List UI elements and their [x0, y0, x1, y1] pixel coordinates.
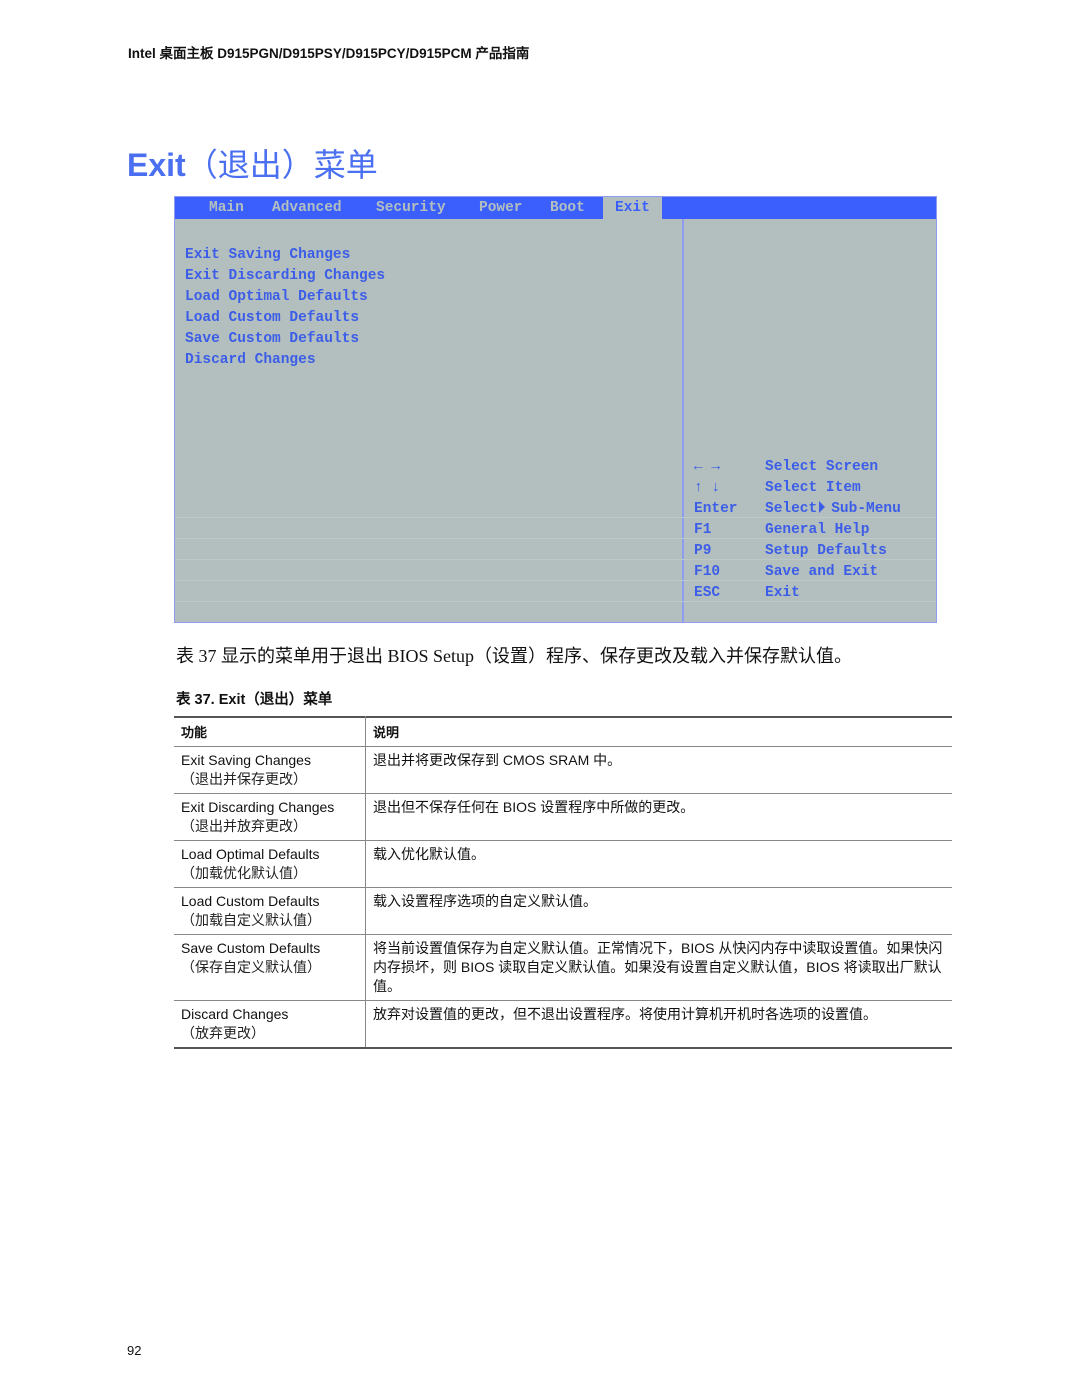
bios-menubar: Main Advanced Security Power Boot Exit — [175, 197, 936, 219]
table-caption: 表 37. Exit（退出）菜单 — [176, 692, 333, 708]
description-cell: 载入设置程序选项的自定义默认值。 — [365, 887, 952, 935]
description-cell: 将当前设置值保存为自定义默认值。正常情况下，BIOS 从快闪内存中读取设置值。如… — [365, 934, 952, 1001]
feature-name: Load Custom Defaults — [181, 893, 320, 909]
feature-name-cn: （保存自定义默认值） — [181, 959, 321, 975]
bios-tab-main[interactable]: Main — [209, 200, 244, 216]
key-up-down-arrows: ↑ ↓ — [694, 480, 721, 496]
key-help-setup-defaults: Setup Defaults — [765, 543, 887, 559]
key-help-select-label: Select — [765, 501, 818, 517]
feature-cell: Load Optimal Defaults （加载优化默认值） — [174, 840, 366, 888]
page-number: 92 — [127, 1343, 142, 1358]
key-help-select-item: Select Item — [765, 480, 861, 496]
key-help-general-help: General Help — [765, 522, 870, 538]
page-title-latin: Exit — [127, 147, 186, 183]
key-esc: ESC — [694, 585, 721, 601]
bios-item-exit-saving-changes[interactable]: Exit Saving Changes — [185, 246, 350, 264]
feature-name: Exit Discarding Changes — [181, 799, 335, 815]
key-help-submenu-label: Sub-Menu — [831, 501, 901, 517]
table-row: Load Optimal Defaults （加载优化默认值） 载入优化默认值。 — [174, 840, 952, 888]
feature-name: Save Custom Defaults — [181, 940, 321, 956]
feature-cell: Exit Discarding Changes （退出并放弃更改） — [174, 793, 366, 841]
bios-panel-divider — [682, 219, 684, 622]
bios-tab-advanced[interactable]: Advanced — [272, 200, 342, 216]
key-help-save-and-exit: Save and Exit — [765, 564, 879, 580]
table-row: Discard Changes （放弃更改） 放弃对设置值的更改，但不退出设置程序… — [174, 1000, 952, 1049]
column-header-feature: 功能 — [174, 716, 366, 747]
feature-cell: Load Custom Defaults （加载自定义默认值） — [174, 887, 366, 935]
bios-tab-boot[interactable]: Boot — [550, 200, 585, 216]
bios-item-save-custom-defaults[interactable]: Save Custom Defaults — [185, 330, 359, 348]
bios-tab-exit[interactable]: Exit — [603, 197, 662, 219]
feature-name: Exit Saving Changes — [181, 752, 311, 768]
triangle-right-icon — [819, 501, 826, 513]
page-title-cjk: （退出）菜单 — [185, 147, 378, 183]
key-f1: F1 — [694, 522, 712, 538]
key-p9: P9 — [694, 543, 712, 559]
feature-name-cn: （加载自定义默认值） — [181, 912, 321, 928]
feature-name-cn: （加载优化默认值） — [181, 865, 307, 881]
key-enter: Enter — [694, 501, 738, 517]
table-row: Save Custom Defaults （保存自定义默认值） 将当前设置值保存为… — [174, 934, 952, 1001]
key-left-right-arrows: ← → — [694, 459, 721, 475]
description-cell: 载入优化默认值。 — [365, 840, 952, 888]
feature-name-cn: （退出并放弃更改） — [181, 818, 307, 834]
table-row: Exit Discarding Changes （退出并放弃更改） 退出但不保存任… — [174, 793, 952, 841]
feature-name-cn: （退出并保存更改） — [181, 771, 307, 787]
key-help-select-submenu: Select Sub-Menu — [765, 500, 901, 518]
table-header-row: 功能 说明 — [174, 716, 952, 747]
key-help-select-screen: Select Screen — [765, 459, 879, 475]
intro-paragraph: 表 37 显示的菜单用于退出 BIOS Setup（设置）程序、保存更改及载入并… — [176, 646, 853, 666]
feature-cell: Exit Saving Changes （退出并保存更改） — [174, 746, 366, 794]
bios-row-line — [175, 601, 936, 602]
bios-screen: Main Advanced Security Power Boot Exit E… — [174, 196, 937, 623]
bios-item-load-optimal-defaults[interactable]: Load Optimal Defaults — [185, 288, 368, 306]
feature-cell: Save Custom Defaults （保存自定义默认值） — [174, 934, 366, 1001]
table-row: Exit Saving Changes （退出并保存更改） 退出并将更改保存到 C… — [174, 746, 952, 794]
key-help-exit: Exit — [765, 585, 800, 601]
key-f10: F10 — [694, 564, 721, 580]
table-row: Load Custom Defaults （加载自定义默认值） 载入设置程序选项的… — [174, 887, 952, 935]
bios-item-load-custom-defaults[interactable]: Load Custom Defaults — [185, 309, 359, 327]
description-cell: 放弃对设置值的更改，但不退出设置程序。将使用计算机开机时各选项的设置值。 — [365, 1000, 952, 1049]
bios-item-discard-changes[interactable]: Discard Changes — [185, 351, 316, 369]
running-header: Intel 桌面主板 D915PGN/D915PSY/D915PCY/D915P… — [128, 46, 530, 61]
feature-name: Discard Changes — [181, 1006, 289, 1022]
description-cell: 退出并将更改保存到 CMOS SRAM 中。 — [365, 746, 952, 794]
exit-menu-table: 功能 说明 Exit Saving Changes （退出并保存更改） 退出并将更… — [174, 716, 952, 1049]
feature-cell: Discard Changes （放弃更改） — [174, 1000, 366, 1049]
feature-name: Load Optimal Defaults — [181, 846, 320, 862]
page-title: Exit（退出）菜单 — [127, 140, 378, 186]
column-header-description: 说明 — [365, 716, 952, 747]
bios-item-exit-discarding-changes[interactable]: Exit Discarding Changes — [185, 267, 385, 285]
feature-name-cn: （放弃更改） — [181, 1025, 265, 1041]
bios-tab-power[interactable]: Power — [479, 200, 523, 216]
description-cell: 退出但不保存任何在 BIOS 设置程序中所做的更改。 — [365, 793, 952, 841]
bios-tab-security[interactable]: Security — [376, 200, 446, 216]
